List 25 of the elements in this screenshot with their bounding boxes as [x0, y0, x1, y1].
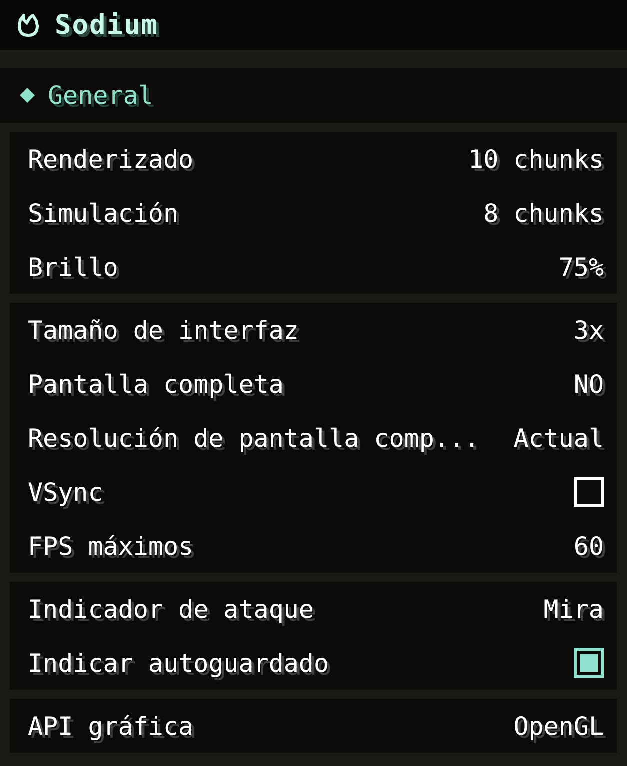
app-title: Sodium — [55, 10, 159, 40]
option-value[interactable]: OpenGL — [514, 712, 604, 740]
option-value[interactable]: 60 — [574, 532, 604, 560]
option-label: VSync — [28, 478, 104, 506]
option-label: FPS máximos — [28, 532, 194, 560]
option-label: Brillo — [28, 252, 118, 282]
option-value[interactable]: Mira — [544, 594, 604, 624]
option-value[interactable]: 75% — [558, 252, 604, 282]
option-label: Tamaño de interfaz — [28, 316, 299, 344]
category-label: General — [48, 81, 154, 110]
option-label: Simulación — [28, 198, 179, 228]
option-label: API gráfica — [28, 712, 194, 740]
option-label: Resolución de pantalla comp... — [28, 424, 480, 452]
option-label: Indicador de ataque — [28, 594, 314, 624]
flame-icon — [18, 14, 39, 36]
option-value[interactable]: 3x — [574, 316, 604, 344]
option-label: Indicar autoguardado — [28, 648, 330, 678]
option-value[interactable]: Actual — [514, 424, 604, 452]
checkbox[interactable] — [574, 648, 604, 678]
option-value[interactable]: NO — [574, 370, 604, 398]
option-label: Pantalla completa — [28, 370, 284, 398]
diamond-icon — [20, 88, 35, 103]
option-value[interactable]: 10 chunks — [468, 144, 604, 174]
option-value[interactable]: 8 chunks — [484, 198, 604, 228]
option-label: Renderizado — [28, 144, 194, 174]
